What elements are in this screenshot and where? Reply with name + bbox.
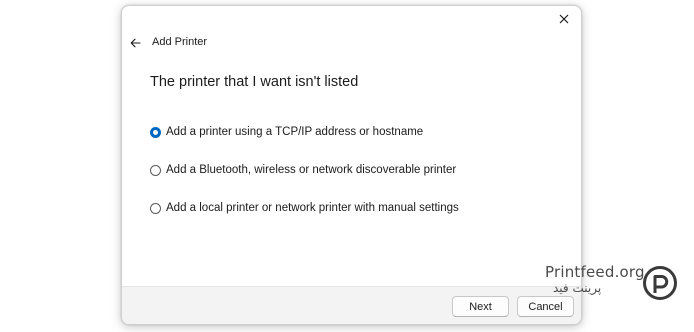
dialog-footer: Next Cancel: [122, 286, 581, 324]
back-arrow-icon: [130, 38, 141, 48]
page-heading: The printer that I want isn't listed: [150, 74, 359, 90]
close-icon: [559, 14, 569, 24]
option-tcpip[interactable]: Add a printer using a TCP/IP address or …: [150, 126, 423, 138]
radio-local[interactable]: [150, 202, 161, 214]
radio-tcpip[interactable]: [150, 126, 161, 138]
printfeed-logo: [643, 266, 677, 300]
back-button[interactable]: [126, 34, 144, 52]
cancel-button[interactable]: Cancel: [517, 296, 574, 317]
dialog-title: Add Printer: [152, 36, 208, 48]
option-bluetooth[interactable]: Add a Bluetooth, wireless or network dis…: [150, 164, 456, 176]
option-local[interactable]: Add a local printer or network printer w…: [150, 202, 459, 214]
option-tcpip-label: Add a printer using a TCP/IP address or …: [166, 126, 424, 138]
close-button[interactable]: [555, 10, 573, 28]
option-bluetooth-label: Add a Bluetooth, wireless or network dis…: [166, 164, 457, 176]
add-printer-dialog: Add Printer The printer that I want isn'…: [121, 5, 582, 325]
radio-bluetooth[interactable]: [150, 164, 161, 176]
next-button[interactable]: Next: [452, 296, 509, 317]
option-local-label: Add a local printer or network printer w…: [166, 202, 459, 214]
